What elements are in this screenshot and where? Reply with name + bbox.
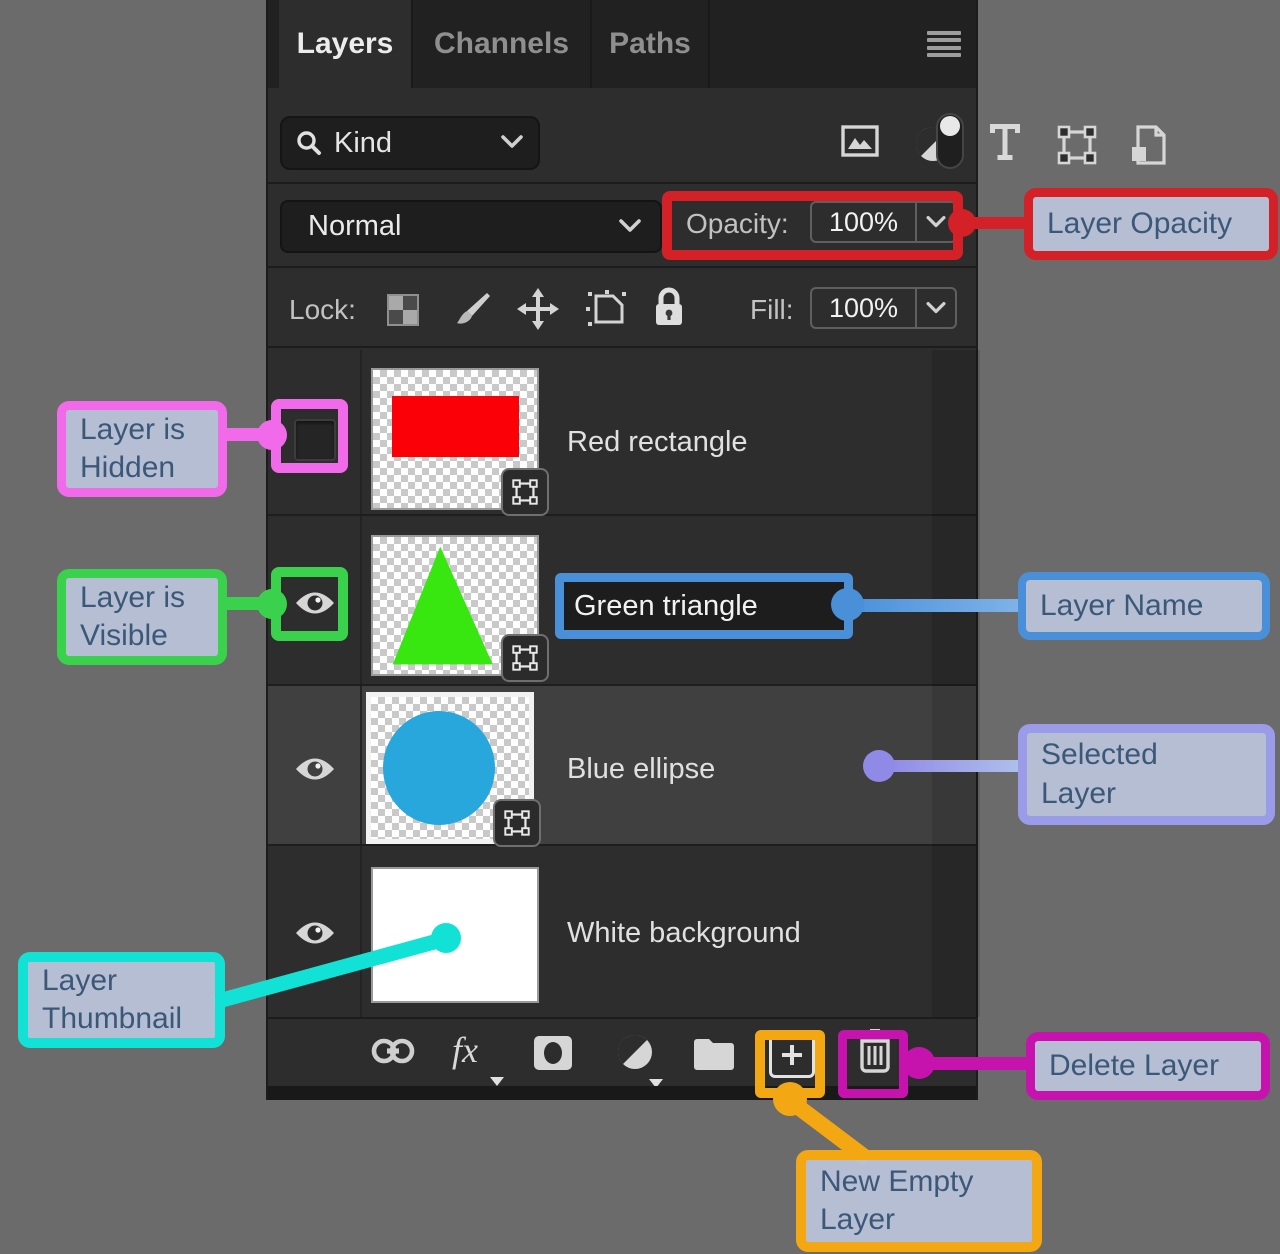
visibility-checkbox-hidden[interactable] (294, 419, 336, 461)
callout-text: Delete Layer (1035, 1041, 1229, 1091)
opacity-value: 100% (812, 207, 915, 238)
panel-menu-icon[interactable] (927, 31, 961, 57)
opacity-label: Opacity: (686, 208, 789, 240)
layer-name-highlight-field[interactable]: Green triangle (555, 573, 853, 639)
connector-dot-layer-name (831, 588, 864, 621)
delete-layer-trash-icon[interactable] (856, 1029, 894, 1073)
tab-channels[interactable]: Channels (411, 0, 590, 88)
layer-row-red-rectangle[interactable]: Red rectangle (268, 350, 976, 516)
chevron-down-icon[interactable] (915, 289, 955, 327)
blue-ellipse-shape (383, 711, 495, 825)
layer-list: Red rectangle (268, 350, 976, 1017)
callout-delete-layer: Delete Layer (1026, 1032, 1270, 1100)
layer-filtering-toggle[interactable] (936, 113, 964, 169)
layer-name: Green triangle (564, 590, 758, 623)
callout-text: Selected Layer (1027, 730, 1168, 819)
pixel-layers-filter-icon[interactable] (841, 125, 879, 157)
connector-dot-layer-hidden (257, 420, 287, 450)
layers-panel: Layers Channels Paths Kind (266, 0, 978, 1100)
callout-text: Layer is Visible (66, 573, 195, 662)
callout-layer-visible: Layer is Visible (57, 569, 227, 665)
opacity-value-control[interactable]: 100% (810, 201, 957, 243)
annotated-screenshot: Layers Channels Paths Kind (0, 0, 1280, 1254)
callout-selected-layer: Selected Layer (1018, 724, 1275, 825)
connector-line-layer-name (848, 599, 1020, 612)
callout-text: New Empty Layer (806, 1157, 983, 1246)
lock-image-pixels-icon[interactable] (454, 290, 492, 328)
type-layers-filter-icon[interactable] (987, 121, 1023, 161)
link-layers-icon[interactable] (371, 1036, 415, 1066)
connector-dot-delete-layer (903, 1047, 935, 1079)
callout-text: Layer Thumbnail (28, 956, 192, 1045)
lock-row: Lock: Fill: 100% (268, 270, 976, 348)
chevron-down-icon (500, 134, 524, 150)
callout-new-empty-layer: New Empty Layer (796, 1150, 1042, 1252)
callout-layer-opacity: Layer Opacity (1024, 188, 1278, 260)
callout-layer-name: Layer Name (1018, 572, 1270, 640)
shape-layer-badge-icon (493, 799, 541, 847)
smart-objects-filter-icon[interactable] (1130, 125, 1168, 165)
connector-dot-layer-visible (257, 589, 287, 619)
filter-row: Kind (268, 88, 976, 184)
visibility-column (268, 686, 362, 844)
layer-styles-fx-icon[interactable]: fx (452, 1029, 478, 1071)
layer-row-white-background[interactable]: White background (268, 846, 976, 1017)
layer-name[interactable]: Blue ellipse (567, 753, 715, 786)
lock-position-icon[interactable] (517, 288, 559, 330)
callout-layer-hidden: Layer is Hidden (57, 401, 227, 497)
chevron-down-icon (618, 218, 642, 234)
blend-mode-value: Normal (308, 210, 401, 243)
visibility-eye-icon[interactable] (294, 912, 336, 954)
blend-row: Normal Opacity: 100% (268, 186, 976, 268)
lock-all-icon[interactable] (652, 286, 686, 328)
tab-layers[interactable]: Layers (279, 0, 411, 88)
connector-dot-new-empty-layer (773, 1082, 807, 1116)
red-rectangle-shape (392, 396, 519, 457)
callout-text: Layer Opacity (1033, 199, 1242, 249)
filter-kind-label: Kind (334, 127, 392, 160)
lock-label: Lock: (289, 294, 356, 326)
tab-paths[interactable]: Paths (590, 0, 710, 88)
connector-line-selected-layer (879, 760, 1020, 772)
panel-tab-bar: Layers Channels Paths (268, 0, 976, 88)
shape-layer-badge-icon (501, 634, 549, 682)
scroll-gutter (932, 350, 980, 1017)
connector-dot-layer-opacity (948, 209, 976, 237)
layer-thumbnail[interactable] (371, 535, 539, 676)
layer-name[interactable]: Red rectangle (567, 426, 748, 459)
fill-value: 100% (812, 293, 915, 324)
layer-name[interactable]: White background (567, 917, 801, 950)
new-layer-button[interactable] (769, 1032, 815, 1078)
shape-layer-badge-icon (501, 468, 549, 516)
toggle-knob (940, 116, 960, 136)
fx-dropdown-arrow-icon (490, 1077, 504, 1086)
layer-thumbnail-selected[interactable] (366, 692, 534, 844)
visibility-eye-icon[interactable] (294, 582, 336, 624)
callout-text: Layer is Hidden (66, 405, 195, 494)
fill-label: Fill: (750, 294, 794, 326)
connector-dot-layer-thumbnail (431, 923, 461, 953)
visibility-eye-icon[interactable] (294, 748, 336, 790)
search-icon (296, 130, 322, 156)
callout-layer-thumbnail: Layer Thumbnail (18, 952, 225, 1048)
filter-kind-dropdown[interactable]: Kind (280, 116, 540, 170)
layer-thumbnail[interactable] (371, 368, 539, 510)
lock-transparent-pixels-icon[interactable] (387, 294, 419, 326)
panel-bottom-edge (268, 1086, 976, 1100)
blend-mode-dropdown[interactable]: Normal (280, 200, 662, 253)
connector-dot-selected-layer (863, 750, 895, 782)
new-adjustment-layer-icon[interactable] (616, 1033, 654, 1071)
add-layer-mask-icon[interactable] (533, 1035, 573, 1071)
new-group-folder-icon[interactable] (692, 1036, 736, 1070)
fill-value-control[interactable]: 100% (810, 287, 957, 329)
lock-artboard-icon[interactable] (586, 290, 628, 328)
callout-text: Layer Name (1026, 581, 1213, 631)
shape-layers-filter-icon[interactable] (1057, 125, 1097, 165)
panel-toolbar: fx (268, 1017, 976, 1086)
